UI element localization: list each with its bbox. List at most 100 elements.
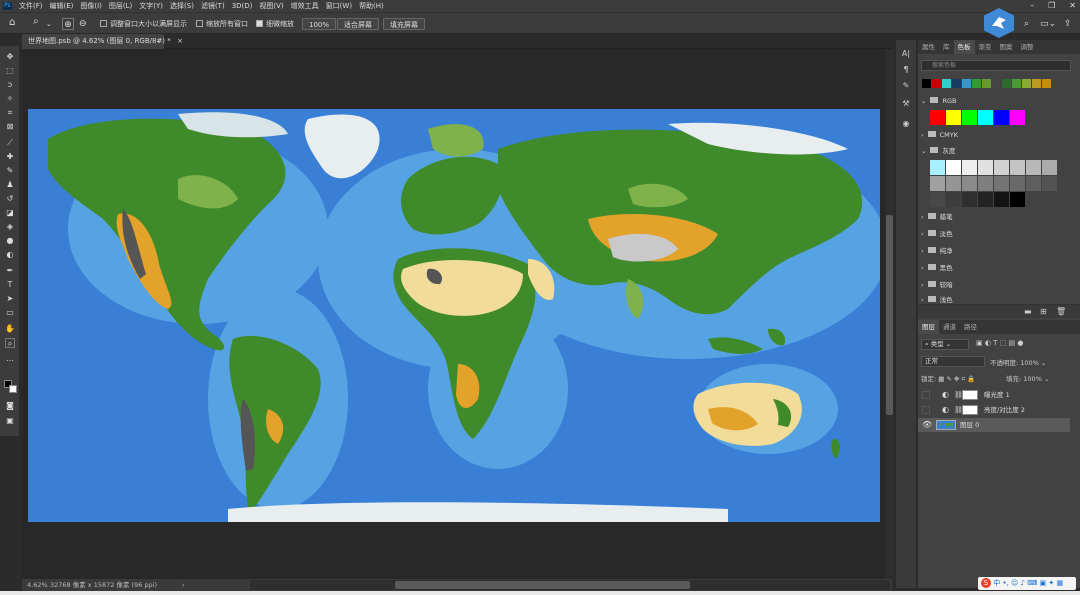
color-swatch[interactable]: [946, 176, 961, 191]
menu-file[interactable]: 文件(F): [19, 0, 43, 12]
color-swatch[interactable]: [1010, 110, 1025, 125]
menu-layer[interactable]: 图层(L): [109, 0, 132, 12]
layer-filter-select[interactable]: ⌕ 类型 ⌄: [921, 339, 969, 350]
color-swatch[interactable]: [946, 160, 961, 175]
color-swatch[interactable]: [930, 192, 945, 207]
color-swatch[interactable]: [1012, 79, 1021, 88]
zoom-all-option[interactable]: 缩放所有窗口: [196, 18, 248, 30]
resize-windows-option[interactable]: 调整窗口大小以满屏显示: [100, 18, 187, 30]
color-swatch[interactable]: [994, 192, 1009, 207]
swatch-group-light[interactable]: › 淡色: [921, 229, 953, 240]
color-swatch[interactable]: [946, 110, 961, 125]
swatch-group-pure[interactable]: › 纯净: [921, 246, 953, 257]
search-icon[interactable]: ⌕: [1024, 18, 1029, 30]
zoom-out-icon[interactable]: ⊖: [79, 18, 87, 30]
horizontal-scroll-thumb[interactable]: [395, 581, 690, 589]
layer-row-exposure[interactable]: ◐ ⛓ 曝光度 1: [918, 388, 1070, 402]
layer-name[interactable]: 曝光度 1: [984, 388, 1010, 402]
tab-channels[interactable]: 通道: [939, 320, 960, 334]
color-swatch[interactable]: [1010, 160, 1025, 175]
swatch-search-input[interactable]: 搜索色板: [921, 60, 1071, 71]
fill-screen-button[interactable]: 填充屏幕: [383, 18, 425, 30]
marquee-tool-icon[interactable]: ⬚: [5, 66, 15, 76]
color-swatch[interactable]: [1022, 79, 1031, 88]
tab-swatches[interactable]: 色板: [953, 40, 975, 54]
zoom-all-checkbox[interactable]: [196, 20, 203, 27]
move-tool-icon[interactable]: ✥: [5, 52, 15, 62]
color-swatch[interactable]: [1042, 79, 1051, 88]
color-swatch[interactable]: [994, 176, 1009, 191]
tab-layers[interactable]: 图层: [918, 320, 939, 334]
color-swatch[interactable]: [1026, 176, 1041, 191]
color-swatch[interactable]: [1042, 160, 1057, 175]
home-icon[interactable]: ⌂: [9, 17, 15, 29]
swatch-group-grayscale[interactable]: ⌄ 灰度: [921, 146, 955, 157]
magic-wand-tool-icon[interactable]: ✧: [5, 94, 15, 104]
color-swatch[interactable]: [1010, 192, 1025, 207]
layer-row-brightness-contrast[interactable]: ◐ ⛓ 亮度/对比度 2: [918, 403, 1070, 417]
color-swatch[interactable]: [978, 192, 993, 207]
visibility-toggle[interactable]: [922, 406, 930, 414]
paint-bucket-tool-icon[interactable]: ◈: [5, 222, 15, 232]
paragraph-panel-icon[interactable]: ¶: [900, 64, 912, 76]
color-swatch[interactable]: [962, 176, 977, 191]
eye-icon[interactable]: 👁: [922, 418, 932, 432]
tab-patterns[interactable]: 图案: [996, 40, 1017, 54]
color-swatch[interactable]: [922, 79, 931, 88]
tool-presets-icon[interactable]: ⚒: [900, 98, 912, 110]
history-panel-icon[interactable]: ◉: [900, 118, 912, 130]
history-brush-tool-icon[interactable]: ↺: [5, 194, 15, 204]
chevron-down-icon[interactable]: ⌄: [46, 18, 52, 30]
screen-mode-icon[interactable]: ▣: [5, 416, 15, 426]
color-swatch[interactable]: [978, 176, 993, 191]
ime-toolbar[interactable]: S 中 •, ☺ ♪ ⌨ ▣ ✦ ▦: [978, 577, 1076, 590]
new-group-icon[interactable]: ▬: [1024, 307, 1032, 316]
hand-tool-icon[interactable]: ✋: [5, 324, 15, 334]
visibility-toggle[interactable]: [922, 391, 930, 399]
layer-row-layer-0[interactable]: 👁 图层 0: [918, 418, 1070, 432]
trash-icon[interactable]: 🗑: [1056, 307, 1066, 316]
lasso-tool-icon[interactable]: ↄ: [5, 80, 15, 90]
workspace-icon[interactable]: ▭⌄: [1040, 18, 1056, 30]
tab-libraries[interactable]: 库: [939, 40, 954, 54]
color-swatch[interactable]: [962, 192, 977, 207]
color-swatch[interactable]: [1026, 160, 1041, 175]
menu-view[interactable]: 视图(V): [259, 0, 283, 12]
fill-value[interactable]: 100%: [1023, 375, 1042, 383]
eyedropper-tool-icon[interactable]: ⟋: [5, 138, 15, 148]
zoom-tool-icon[interactable]: ⌕: [33, 16, 39, 28]
zoom-in-icon[interactable]: ⊕: [62, 18, 74, 30]
swatch-group-cmyk[interactable]: › CMYK: [921, 130, 958, 141]
rectangle-tool-icon[interactable]: ▭: [5, 308, 15, 318]
close-button[interactable]: ✕: [1069, 0, 1076, 12]
blur-tool-icon[interactable]: ●: [5, 236, 15, 246]
color-swatch[interactable]: [962, 79, 971, 88]
color-swatch[interactable]: [1032, 79, 1041, 88]
close-tab-icon[interactable]: ×: [177, 37, 183, 45]
swatch-group-black[interactable]: › 黑色: [921, 263, 953, 274]
color-swatch[interactable]: [1042, 176, 1057, 191]
menu-3d[interactable]: 3D(D): [232, 0, 253, 12]
color-swatch[interactable]: [978, 160, 993, 175]
menu-edit[interactable]: 编辑(E): [50, 0, 74, 12]
color-swatch[interactable]: [992, 79, 1001, 88]
tab-adjustments[interactable]: 调整: [1017, 40, 1038, 54]
menu-window[interactable]: 窗口(W): [326, 0, 352, 12]
fit-screen-button[interactable]: 适合屏幕: [337, 18, 379, 30]
color-swatch[interactable]: [994, 160, 1009, 175]
resize-windows-checkbox[interactable]: [100, 20, 107, 27]
zoom-value-button[interactable]: 100%: [302, 18, 337, 30]
color-swatch[interactable]: [962, 110, 977, 125]
color-swatch[interactable]: [942, 79, 951, 88]
tab-gradients[interactable]: 渐变: [975, 40, 996, 54]
menu-filter[interactable]: 滤镜(T): [201, 0, 225, 12]
swatch-group-dark[interactable]: › 较暗: [921, 280, 953, 291]
color-swatch[interactable]: [930, 176, 945, 191]
dodge-tool-icon[interactable]: ◐: [5, 250, 15, 260]
swatch-group-rgb[interactable]: ⌄ RGB: [921, 96, 956, 107]
minimize-button[interactable]: –: [1030, 0, 1034, 12]
menu-image[interactable]: 图像(I): [80, 0, 102, 12]
swatch-group-pastel[interactable]: › 蜡笔: [921, 212, 953, 223]
color-swatch[interactable]: [1010, 176, 1025, 191]
color-swatch[interactable]: [978, 110, 993, 125]
